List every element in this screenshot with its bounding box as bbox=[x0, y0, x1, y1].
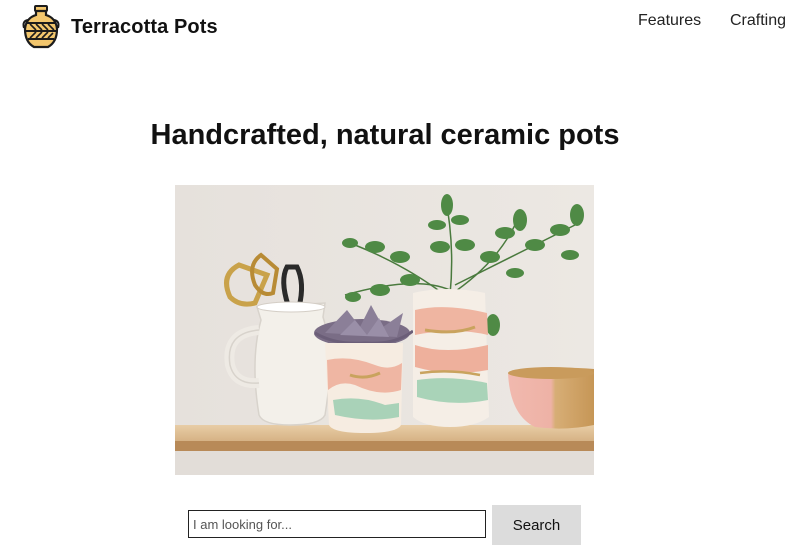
ceramic-pots-photo bbox=[175, 185, 594, 475]
nav-crafting[interactable]: Crafting bbox=[730, 12, 786, 30]
page: Terracotta Pots Features Crafting Handcr… bbox=[0, 0, 807, 553]
hero-title: Handcrafted, natural ceramic pots bbox=[150, 119, 620, 151]
brand-name[interactable]: Terracotta Pots bbox=[71, 16, 218, 39]
search-button[interactable]: Search bbox=[492, 505, 581, 545]
amphora-icon[interactable] bbox=[22, 5, 60, 50]
search-input[interactable] bbox=[188, 510, 486, 538]
nav-features[interactable]: Features bbox=[638, 12, 701, 30]
